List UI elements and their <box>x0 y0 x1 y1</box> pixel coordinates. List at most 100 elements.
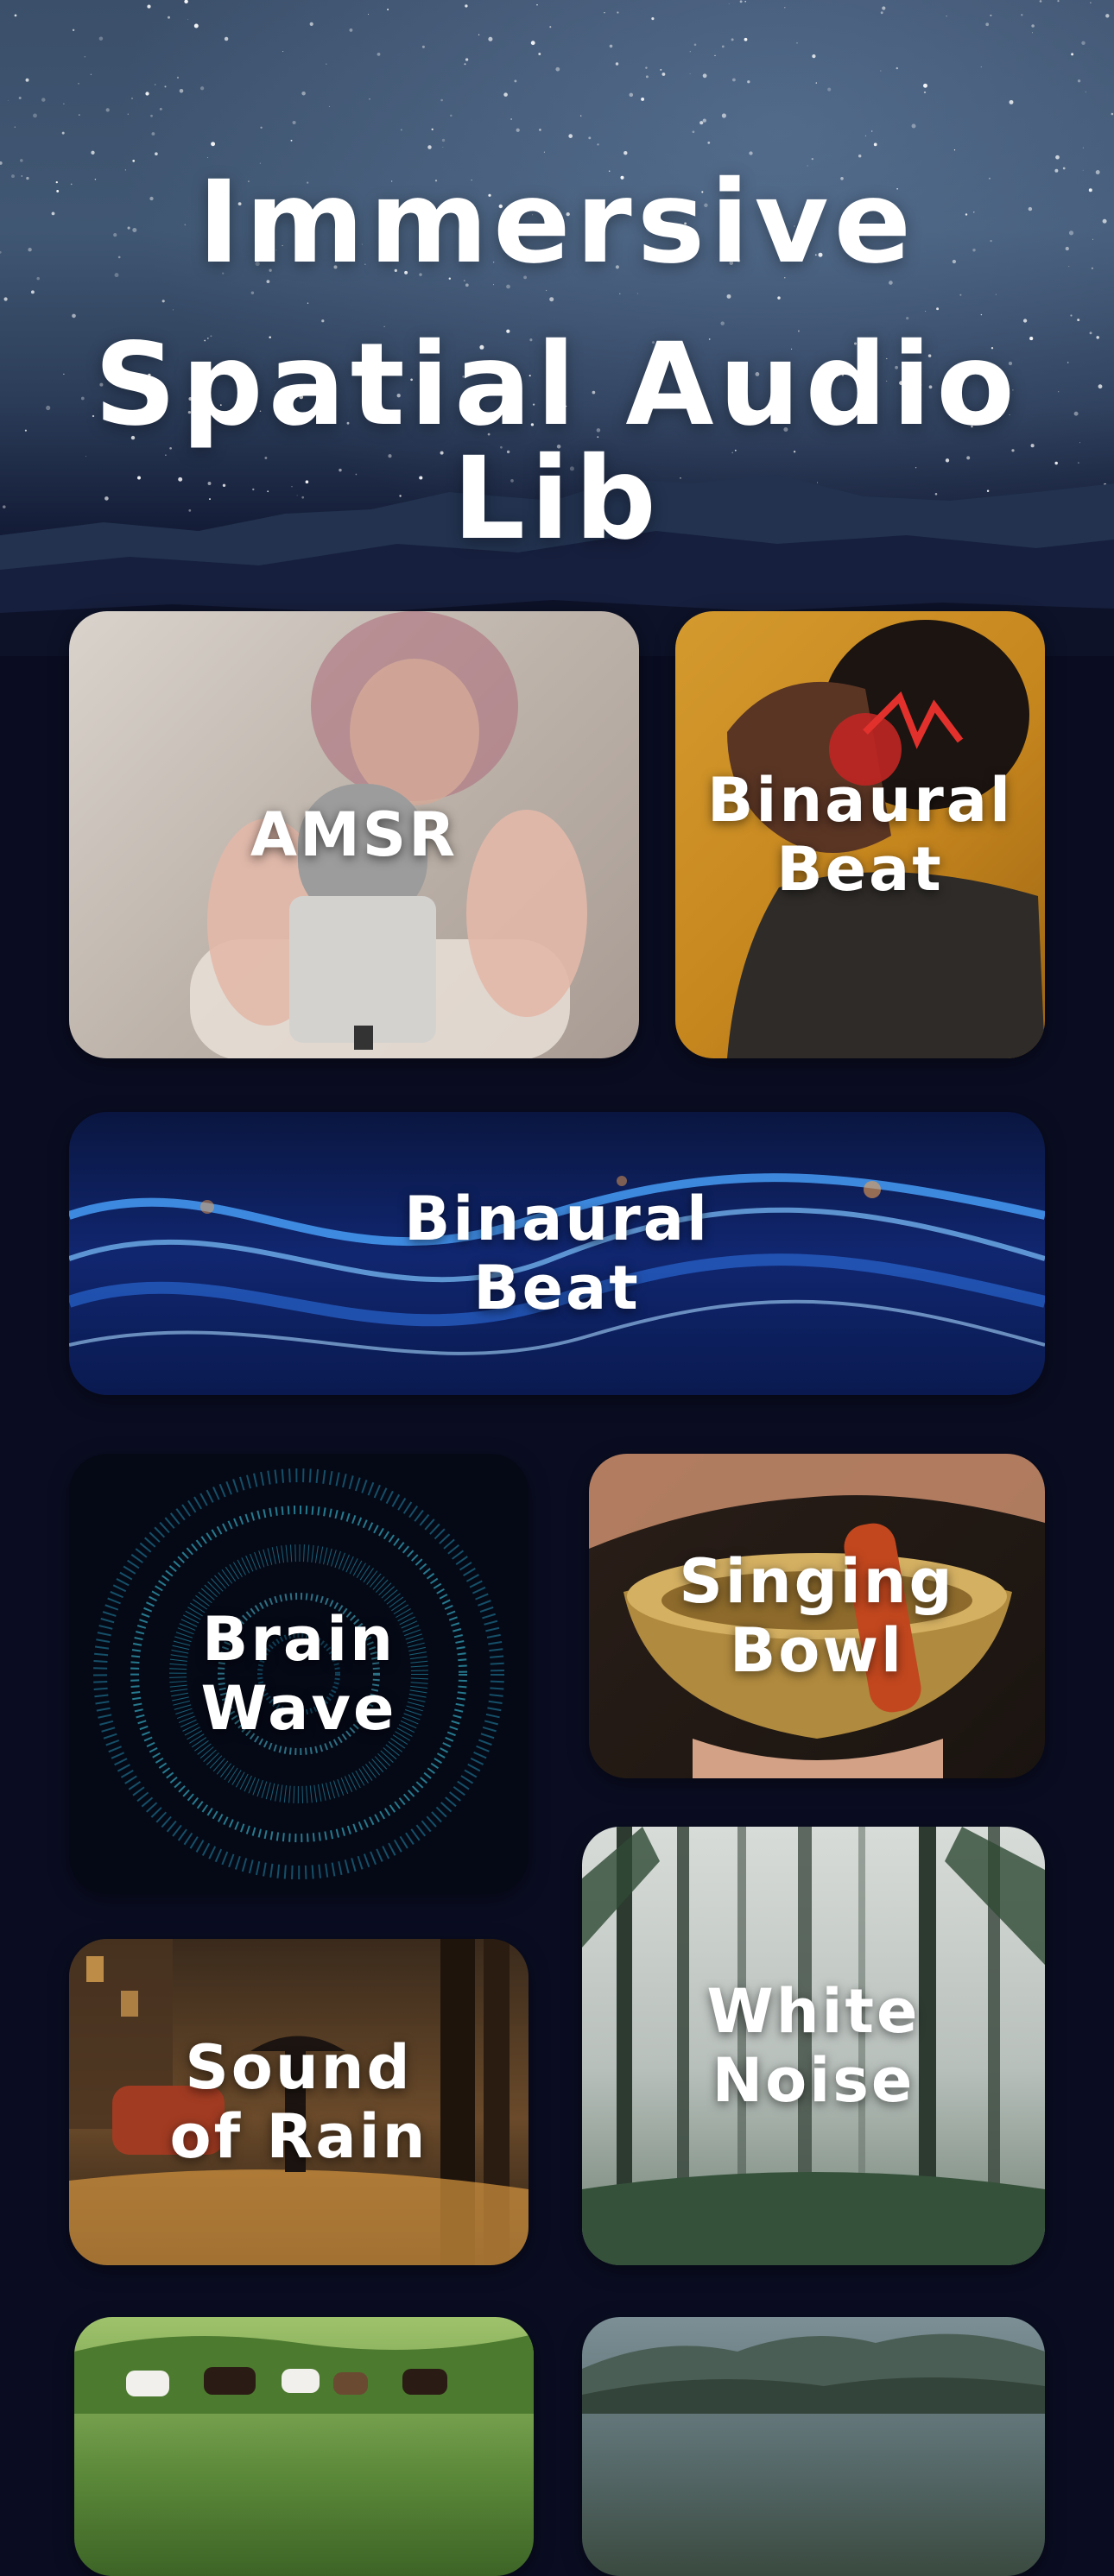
star <box>796 42 798 44</box>
star <box>732 78 736 82</box>
star <box>282 50 284 53</box>
star <box>127 113 129 115</box>
star <box>440 98 443 102</box>
hero-header: Immersive Spatial Audio Lib <box>0 0 1114 656</box>
star <box>995 294 997 295</box>
star <box>421 45 425 48</box>
star <box>543 151 545 153</box>
star <box>702 73 707 79</box>
card-singing-bowl[interactable]: Singing Bowl <box>589 1454 1045 1778</box>
star <box>464 63 466 66</box>
star <box>292 120 296 125</box>
star <box>923 91 927 94</box>
star <box>538 53 541 55</box>
star <box>549 26 552 28</box>
card-binaural-beat-portrait[interactable]: Binaural Beat <box>675 611 1045 1058</box>
star <box>441 138 446 142</box>
star <box>784 7 786 9</box>
star <box>18 97 22 99</box>
star <box>290 139 293 142</box>
card-amsr[interactable]: AMSR <box>69 611 639 1058</box>
star <box>164 85 167 88</box>
star <box>179 88 184 93</box>
star <box>33 113 37 118</box>
star <box>309 22 313 26</box>
star <box>747 80 750 84</box>
star <box>14 14 17 17</box>
star <box>161 300 165 303</box>
star <box>84 55 86 58</box>
card-meadow-label <box>74 2317 534 2576</box>
star <box>1071 53 1074 56</box>
star <box>1057 0 1060 3</box>
card-hills-label <box>582 2317 1045 2576</box>
star <box>721 45 725 48</box>
star <box>159 107 162 110</box>
star <box>145 92 149 96</box>
star <box>184 0 188 4</box>
star <box>911 123 916 129</box>
card-binaural-beat-waves[interactable]: Binaural Beat <box>69 1112 1045 1395</box>
star <box>880 11 883 15</box>
star <box>199 86 205 91</box>
star <box>450 114 453 117</box>
star <box>168 16 170 19</box>
star <box>1111 112 1114 116</box>
star <box>721 113 726 118</box>
star <box>465 4 468 8</box>
star <box>105 108 110 112</box>
star <box>349 28 353 32</box>
card-binaural-beat-portrait-label: Binaural Beat <box>706 764 1013 905</box>
star <box>744 37 748 41</box>
card-singing-bowl-label: Singing Bowl <box>679 1545 955 1686</box>
page-title-line-2: Spatial Audio Lib <box>94 319 1020 565</box>
page-title-line-1: Immersive <box>197 156 917 289</box>
star <box>980 313 983 316</box>
star <box>465 58 469 61</box>
star <box>387 9 389 10</box>
card-amsr-label: AMSR <box>250 799 459 870</box>
star <box>41 98 46 102</box>
star <box>72 313 76 319</box>
star <box>689 51 691 53</box>
star <box>923 83 927 88</box>
star <box>488 36 493 41</box>
card-meadow[interactable] <box>74 2317 534 2576</box>
card-white-noise[interactable]: White Noise <box>582 1827 1045 2265</box>
star <box>530 41 535 46</box>
star <box>645 75 649 79</box>
star <box>896 66 898 70</box>
star <box>187 18 189 20</box>
star <box>617 11 619 14</box>
star <box>151 132 155 136</box>
star <box>871 130 873 132</box>
star <box>30 290 35 294</box>
star <box>1022 319 1028 323</box>
card-sound-of-rain-label: Sound of Rain <box>169 2031 428 2172</box>
star <box>880 70 882 72</box>
star <box>580 115 582 117</box>
star <box>873 142 877 147</box>
star <box>985 22 990 27</box>
star <box>545 289 548 292</box>
star <box>155 152 158 156</box>
star <box>744 0 747 3</box>
star <box>516 128 520 132</box>
card-brain-wave[interactable]: Brain Wave <box>69 1454 529 1894</box>
star <box>707 142 711 144</box>
star <box>641 97 645 101</box>
star <box>510 118 512 120</box>
star <box>536 3 538 6</box>
star <box>260 126 263 129</box>
card-sound-of-rain[interactable]: Sound of Rain <box>69 1939 529 2265</box>
star <box>925 311 927 312</box>
star <box>661 73 666 76</box>
star <box>568 134 573 138</box>
card-hills[interactable] <box>582 2317 1045 2576</box>
star <box>539 129 541 131</box>
star <box>651 17 655 21</box>
star <box>645 66 648 69</box>
star <box>193 23 199 28</box>
star <box>1031 24 1035 28</box>
card-brain-wave-label: Brain Wave <box>200 1603 397 1744</box>
